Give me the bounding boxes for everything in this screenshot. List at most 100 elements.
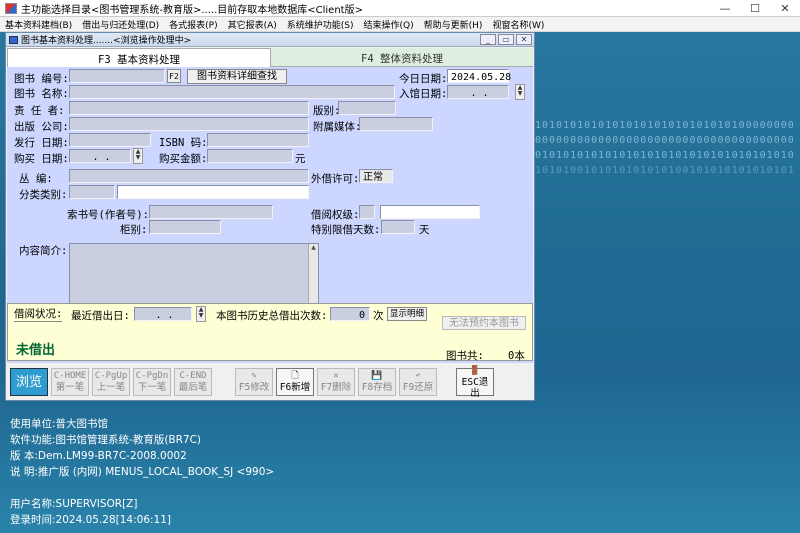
buy-date-field[interactable]: . . bbox=[69, 149, 131, 163]
binary-decoration: 0000000000000000000000000000000000000 bbox=[535, 135, 795, 146]
first-record-button[interactable]: C-HOME 第一笔 bbox=[51, 368, 89, 396]
menu-basic[interactable]: 基本资料建档(B) bbox=[0, 17, 77, 31]
book-no-label: 图书 编号: bbox=[14, 73, 69, 85]
borrow-level-code-field[interactable] bbox=[359, 205, 375, 219]
last-record-icon: C-END bbox=[179, 371, 207, 381]
summary-label: 内容简介: bbox=[19, 245, 68, 257]
history-count-field: 0 bbox=[330, 307, 370, 321]
close-icon[interactable]: ✕ bbox=[770, 0, 800, 16]
binary-decoration: 1010100101010101010100101010101010101 bbox=[535, 165, 795, 176]
close-icon[interactable]: ✕ bbox=[516, 34, 532, 45]
publisher-label: 出版 公司: bbox=[14, 121, 69, 133]
save-button[interactable]: 💾 F8存档 bbox=[358, 368, 396, 396]
reserve-button[interactable]: 无法预约本图书 bbox=[442, 316, 526, 330]
entry-date-value: . . bbox=[470, 88, 489, 99]
recent-borrow-label: 最近借出日: bbox=[71, 310, 130, 322]
category-label: 分类类别: bbox=[19, 189, 68, 201]
book-record-window: 图书基本资料处理.......<浏览操作处理中> _ ▭ ✕ F3 基本资料处理… bbox=[5, 32, 535, 401]
menu-help[interactable]: 帮助与更新(H) bbox=[419, 17, 488, 31]
prev-record-button[interactable]: C-PgUp 上一笔 bbox=[92, 368, 130, 396]
restore-button[interactable]: ↶ F9还原 bbox=[399, 368, 437, 396]
info-login-time: 登录时间:2024.05.28[14:06:11] bbox=[10, 514, 172, 526]
add-icon: 🗋 bbox=[291, 371, 299, 381]
series-field[interactable] bbox=[69, 169, 309, 183]
total-value: 0本 bbox=[508, 350, 525, 362]
special-days-field[interactable] bbox=[381, 220, 415, 234]
show-detail-button[interactable]: 显示明细 bbox=[387, 307, 427, 321]
buy-date-label: 购买 日期: bbox=[14, 153, 69, 165]
borrow-level-label: 借阅权级: bbox=[311, 209, 360, 221]
pub-date-label: 发行 日期: bbox=[14, 137, 69, 149]
media-label: 附属媒体: bbox=[313, 121, 362, 133]
tab-overall[interactable]: F4 整体资料处理 bbox=[271, 48, 533, 67]
binary-decoration: 1010101010101010101010101010100000000 bbox=[535, 120, 795, 131]
author-label: 责 任 者: bbox=[14, 105, 65, 117]
entry-date-label: 入馆日期: bbox=[399, 88, 448, 100]
binary-decoration: 0101010101010101010101010101010101010 bbox=[535, 150, 795, 161]
buy-amount-field[interactable] bbox=[207, 149, 293, 163]
minimize-icon[interactable]: — bbox=[710, 0, 740, 16]
next-record-icon: C-PgDn bbox=[135, 371, 169, 381]
entry-date-spinner[interactable]: ▲ ▼ bbox=[515, 84, 525, 100]
f2-lookup-button[interactable]: F2 bbox=[167, 69, 181, 83]
save-button-label: F8存档 bbox=[361, 382, 393, 393]
buy-date-value: . . bbox=[92, 152, 111, 163]
call-no-label: 索书号(作者号): bbox=[67, 209, 149, 221]
restore-button-label: F9还原 bbox=[402, 382, 434, 393]
column-field[interactable] bbox=[149, 220, 221, 234]
restore-icon[interactable]: ▭ bbox=[498, 34, 514, 45]
media-field[interactable] bbox=[359, 117, 433, 131]
edition-label: 版别: bbox=[313, 105, 341, 117]
delete-button[interactable]: ✕ F7删除 bbox=[317, 368, 355, 396]
borrow-status-label: 借阅状况: bbox=[14, 308, 63, 322]
today-label: 今日日期: bbox=[399, 73, 448, 85]
first-record-icon: C-HOME bbox=[53, 371, 87, 381]
book-name-field[interactable] bbox=[69, 85, 395, 99]
category-name-field[interactable] bbox=[117, 185, 309, 199]
pub-date-field[interactable] bbox=[69, 133, 151, 147]
book-no-field[interactable] bbox=[69, 69, 165, 83]
delete-icon: ✕ bbox=[333, 371, 339, 381]
history-count-value: 0 bbox=[358, 310, 365, 321]
author-field[interactable] bbox=[69, 101, 309, 115]
menu-reports[interactable]: 各式报表(P) bbox=[164, 17, 222, 31]
info-function: 软件功能:图书馆管理系统-教育版(BR7C) bbox=[10, 434, 202, 446]
menu-borrow[interactable]: 借出与归还处理(D) bbox=[77, 17, 164, 31]
edition-field[interactable] bbox=[338, 101, 396, 115]
borrow-level-name-field[interactable] bbox=[380, 205, 480, 219]
recent-borrow-spinner[interactable]: ▲ ▼ bbox=[196, 306, 206, 322]
menu-quit[interactable]: 结束操作(Q) bbox=[359, 17, 419, 31]
entry-date-field[interactable]: . . bbox=[447, 85, 509, 99]
minimize-icon[interactable]: _ bbox=[480, 34, 496, 45]
browse-button-label: 浏览 bbox=[15, 374, 42, 390]
add-button[interactable]: 🗋 F6新增 bbox=[276, 368, 314, 396]
browse-button[interactable]: 浏览 bbox=[10, 368, 48, 396]
maximize-icon[interactable]: ☐ bbox=[740, 0, 770, 16]
edit-button[interactable]: ✎ F5修改 bbox=[235, 368, 273, 396]
call-no-field[interactable] bbox=[149, 205, 273, 219]
publisher-field[interactable] bbox=[69, 117, 309, 131]
window-icon bbox=[9, 35, 18, 44]
special-days-label: 特别限借天数: bbox=[311, 224, 381, 236]
info-user: 用户名称:SUPERVISOR[Z] bbox=[10, 498, 138, 510]
next-record-button[interactable]: C-PgDn 下一笔 bbox=[133, 368, 171, 396]
isbn-label: ISBN 码: bbox=[159, 137, 208, 149]
menu-other-reports[interactable]: 其它报表(A) bbox=[223, 17, 282, 31]
delete-button-label: F7删除 bbox=[320, 382, 352, 393]
isbn-field[interactable] bbox=[207, 133, 309, 147]
buy-date-spinner[interactable]: ▲ ▼ bbox=[133, 148, 143, 164]
exit-button[interactable]: 🚪 ESC退出 bbox=[456, 366, 494, 399]
times-unit-label: 次 bbox=[373, 310, 384, 322]
lend-permit-label: 外借许可: bbox=[311, 173, 360, 185]
category-code-field[interactable] bbox=[69, 185, 115, 199]
tab-basic[interactable]: F3 基本资料处理 bbox=[7, 48, 271, 67]
last-record-button-label: 最后笔 bbox=[178, 382, 208, 393]
menu-windows[interactable]: 视窗名称(W) bbox=[487, 17, 549, 31]
add-button-label: F6新增 bbox=[279, 382, 311, 393]
menu-maintenance[interactable]: 系统维护功能(S) bbox=[282, 17, 359, 31]
detail-query-button[interactable]: 图书资料详细查找 bbox=[187, 69, 287, 84]
lend-permit-field[interactable]: 正常 bbox=[359, 169, 393, 183]
app-titlebar: 主功能选择目录<图书管理系统-教育版>.....目前存取本地数据库<Client… bbox=[0, 0, 800, 17]
last-record-button[interactable]: C-END 最后笔 bbox=[174, 368, 212, 396]
